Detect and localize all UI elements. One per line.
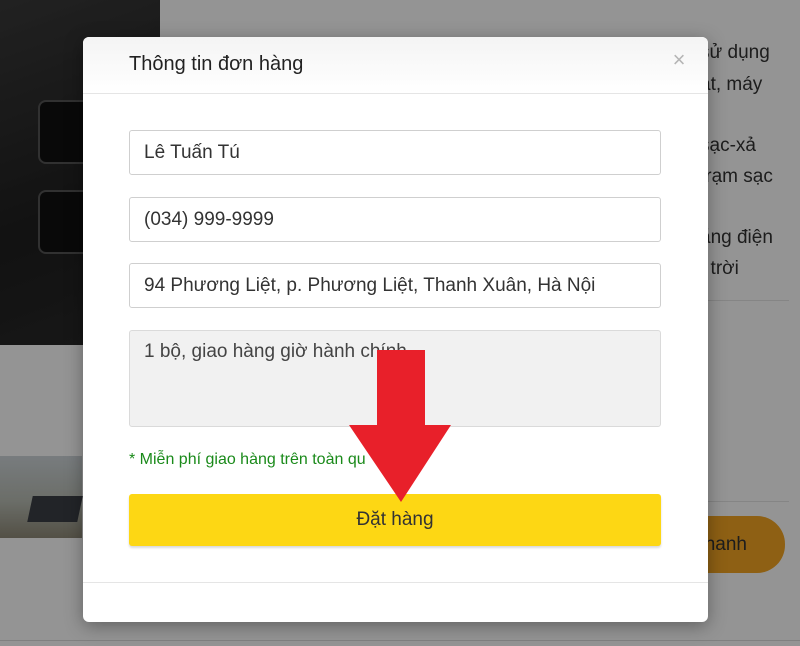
name-field[interactable]: Lê Tuấn Tú <box>129 130 661 175</box>
free-shipping-note: * Miễn phí giao hàng trên toàn qu <box>129 451 366 468</box>
modal-header: Thông tin đơn hàng × <box>83 37 708 94</box>
phone-field[interactable]: (034) 999-9999 <box>129 197 661 242</box>
address-field[interactable]: 94 Phương Liệt, p. Phương Liệt, Thanh Xu… <box>129 263 661 308</box>
close-icon[interactable]: × <box>668 49 690 71</box>
modal-title: Thông tin đơn hàng <box>129 53 304 75</box>
modal-footer-divider <box>83 582 708 583</box>
arrow-down-icon <box>349 350 451 502</box>
order-info-modal: Thông tin đơn hàng × Lê Tuấn Tú (034) 99… <box>83 37 708 622</box>
